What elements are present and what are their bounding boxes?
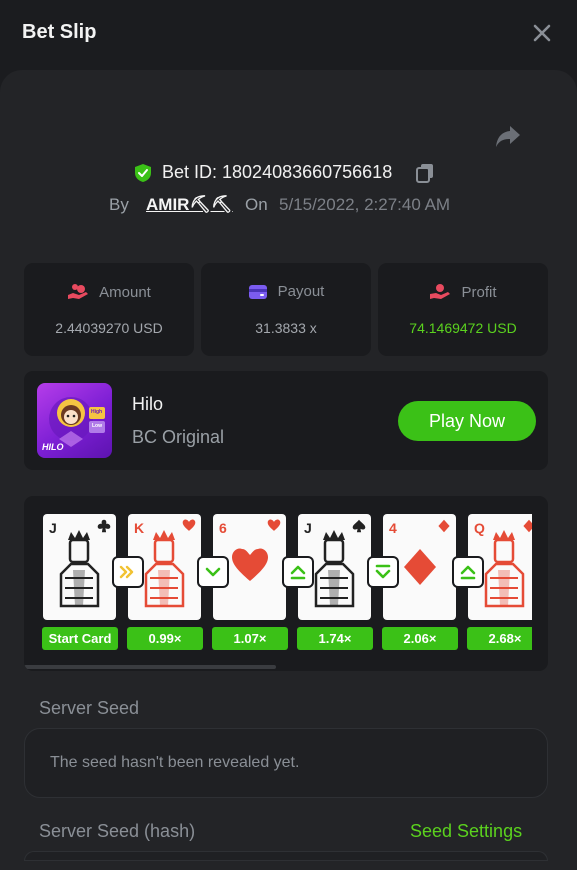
- card-rank: Q: [474, 520, 485, 536]
- profit-hand-icon: [430, 284, 451, 299]
- thumb-high-text: High: [91, 409, 103, 415]
- card-rank: J: [304, 520, 312, 536]
- card-strip-scrollbar[interactable]: [24, 665, 276, 669]
- profit-card: Profit 74.1469472 USD: [378, 263, 548, 356]
- skip-arrow-icon: [114, 558, 142, 586]
- game-subtitle: BC Original: [132, 427, 225, 447]
- on-label: On: [245, 195, 268, 214]
- payout-label: Payout: [277, 283, 325, 300]
- server-seed-field: The seed hasn't been revealed yet.: [24, 728, 548, 798]
- hearts-suit-icon: [182, 519, 196, 531]
- card-rank: 6: [219, 520, 227, 536]
- profit-label: Profit: [461, 284, 497, 301]
- profit-value: 74.1469472 USD: [409, 320, 517, 336]
- by-label: By: [109, 195, 129, 214]
- game-name: Hilo: [132, 394, 164, 414]
- playing-card: J: [43, 514, 116, 620]
- spades-suit-icon: [352, 519, 366, 533]
- server-seed-label: Server Seed: [39, 698, 140, 718]
- payout-card: Payout 31.3833 x: [201, 263, 371, 356]
- server-seed-hash-field: [24, 851, 548, 861]
- share-icon[interactable]: [494, 122, 522, 150]
- bet-id: Bet ID: 18024083660756618: [162, 162, 393, 182]
- card-multiplier: 1.74×: [297, 627, 373, 650]
- bet-slip-header: Bet Slip: [0, 0, 577, 70]
- hearts-suit-icon: [267, 519, 281, 531]
- card-multiplier: 0.99×: [127, 627, 203, 650]
- thumb-label: HILO: [42, 442, 64, 452]
- seed-settings-link[interactable]: Seed Settings: [410, 821, 522, 842]
- hilo-game-thumbnail[interactable]: High Low HILO: [37, 383, 112, 458]
- card-rank: K: [134, 520, 145, 536]
- diamonds-suit-icon: [438, 519, 450, 533]
- amount-label: Amount: [99, 284, 151, 301]
- copy-icon[interactable]: [415, 163, 435, 183]
- server-seed-text: The seed hasn't been revealed yet.: [50, 754, 300, 771]
- card-multiplier: 1.07×: [212, 627, 288, 650]
- coins-hand-icon: [68, 284, 89, 299]
- higher-equal-arrow-icon: [284, 558, 312, 586]
- amount-value: 2.44039270 USD: [55, 320, 163, 336]
- payout-value: 31.3833 x: [255, 320, 317, 336]
- card-multiplier: 2.06×: [382, 627, 458, 650]
- card-rank: J: [49, 520, 57, 536]
- page-title: Bet Slip: [22, 21, 97, 43]
- card-multiplier: Start Card: [42, 627, 118, 650]
- game-card: High Low HILO Hilo BC Original Play Now: [24, 371, 548, 470]
- close-icon[interactable]: [529, 20, 555, 46]
- play-now-button[interactable]: Play Now: [398, 401, 536, 441]
- bet-date: 5/15/2022, 2:27:40 AM: [279, 195, 451, 214]
- thumb-low-text: Low: [92, 423, 102, 429]
- user-link[interactable]: AMIR⛏⛏: [146, 195, 233, 215]
- card-strip[interactable]: J Start Card K 0.99× 6 1.07× J 1.74× 4 2.06× Q 2.68…: [24, 496, 532, 671]
- card-history: J Start Card K 0.99× 6 1.07× J 1.74× 4 2.06× Q 2.68…: [24, 496, 548, 671]
- amount-card: Amount 2.44039270 USD: [24, 263, 194, 356]
- diamonds-suit-icon: [523, 519, 532, 533]
- server-seed-hash-label: Server Seed (hash): [39, 821, 196, 841]
- card-multiplier: 2.68×: [467, 627, 532, 650]
- clubs-suit-icon: [97, 519, 111, 533]
- wallet-icon: [248, 285, 267, 299]
- lower-equal-arrow-icon: [369, 558, 397, 586]
- card-rank: 4: [389, 520, 397, 536]
- lower-arrow-icon: [199, 558, 227, 586]
- shield-check-icon: [135, 164, 151, 182]
- higher-equal-arrow-icon: [454, 558, 482, 586]
